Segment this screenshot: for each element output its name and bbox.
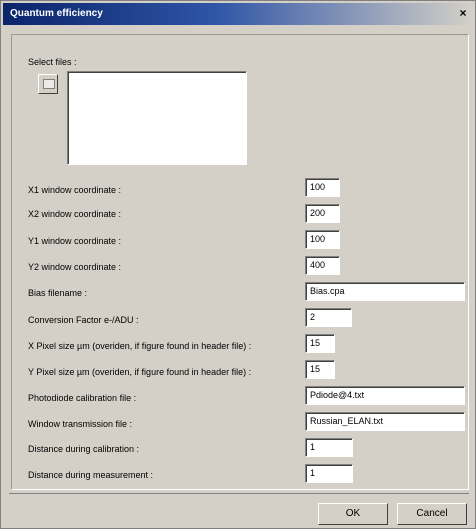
conversion-factor-input[interactable]: 2: [305, 308, 352, 327]
close-button[interactable]: ×: [455, 6, 471, 21]
y-pixel-size-label: Y Pixel size µm (overiden, if figure fou…: [28, 367, 252, 377]
distance-calibration-input[interactable]: 1: [305, 438, 353, 457]
window-title: Quantum efficiency: [10, 8, 103, 19]
x-pixel-size-label: X Pixel size µm (overiden, if figure fou…: [28, 341, 252, 351]
cancel-button[interactable]: Cancel: [397, 503, 467, 525]
browse-files-button[interactable]: [38, 74, 58, 94]
conversion-factor-label: Conversion Factor e-/ADU :: [28, 315, 139, 325]
selected-files-list[interactable]: [67, 71, 247, 165]
photodiode-calibration-input[interactable]: Pdiode@4.txt: [305, 386, 465, 405]
y1-label: Y1 window coordinate :: [28, 236, 122, 246]
x-pixel-size-input[interactable]: 15: [305, 334, 335, 353]
window-transmission-label: Window transmission file :: [28, 419, 133, 429]
folder-icon: [43, 79, 55, 89]
y-pixel-size-input[interactable]: 15: [305, 360, 335, 379]
y1-input[interactable]: 100: [305, 230, 340, 249]
distance-measurement-input[interactable]: 1: [305, 464, 353, 483]
x1-input[interactable]: 100: [305, 178, 340, 197]
y2-input[interactable]: 400: [305, 256, 340, 275]
bias-filename-input[interactable]: Bias.cpa: [305, 282, 465, 301]
x2-input[interactable]: 200: [305, 204, 340, 223]
x1-label: X1 window coordinate :: [28, 185, 122, 195]
photodiode-calibration-label: Photodiode calibration file :: [28, 393, 137, 403]
title-bar: Quantum efficiency ×: [3, 3, 473, 25]
bias-filename-label: Bias filename :: [28, 288, 88, 298]
distance-calibration-label: Distance during calibration :: [28, 444, 140, 454]
window-transmission-input[interactable]: Russian_ELAN.txt: [305, 412, 465, 431]
select-files-label: Select files :: [28, 57, 77, 67]
footer-divider: [9, 493, 469, 494]
quantum-efficiency-dialog: Quantum efficiency × Select files : X1 w…: [0, 0, 476, 529]
x2-label: X2 window coordinate :: [28, 209, 122, 219]
ok-button[interactable]: OK: [318, 503, 388, 525]
distance-measurement-label: Distance during measurement :: [28, 470, 154, 480]
y2-label: Y2 window coordinate :: [28, 262, 122, 272]
